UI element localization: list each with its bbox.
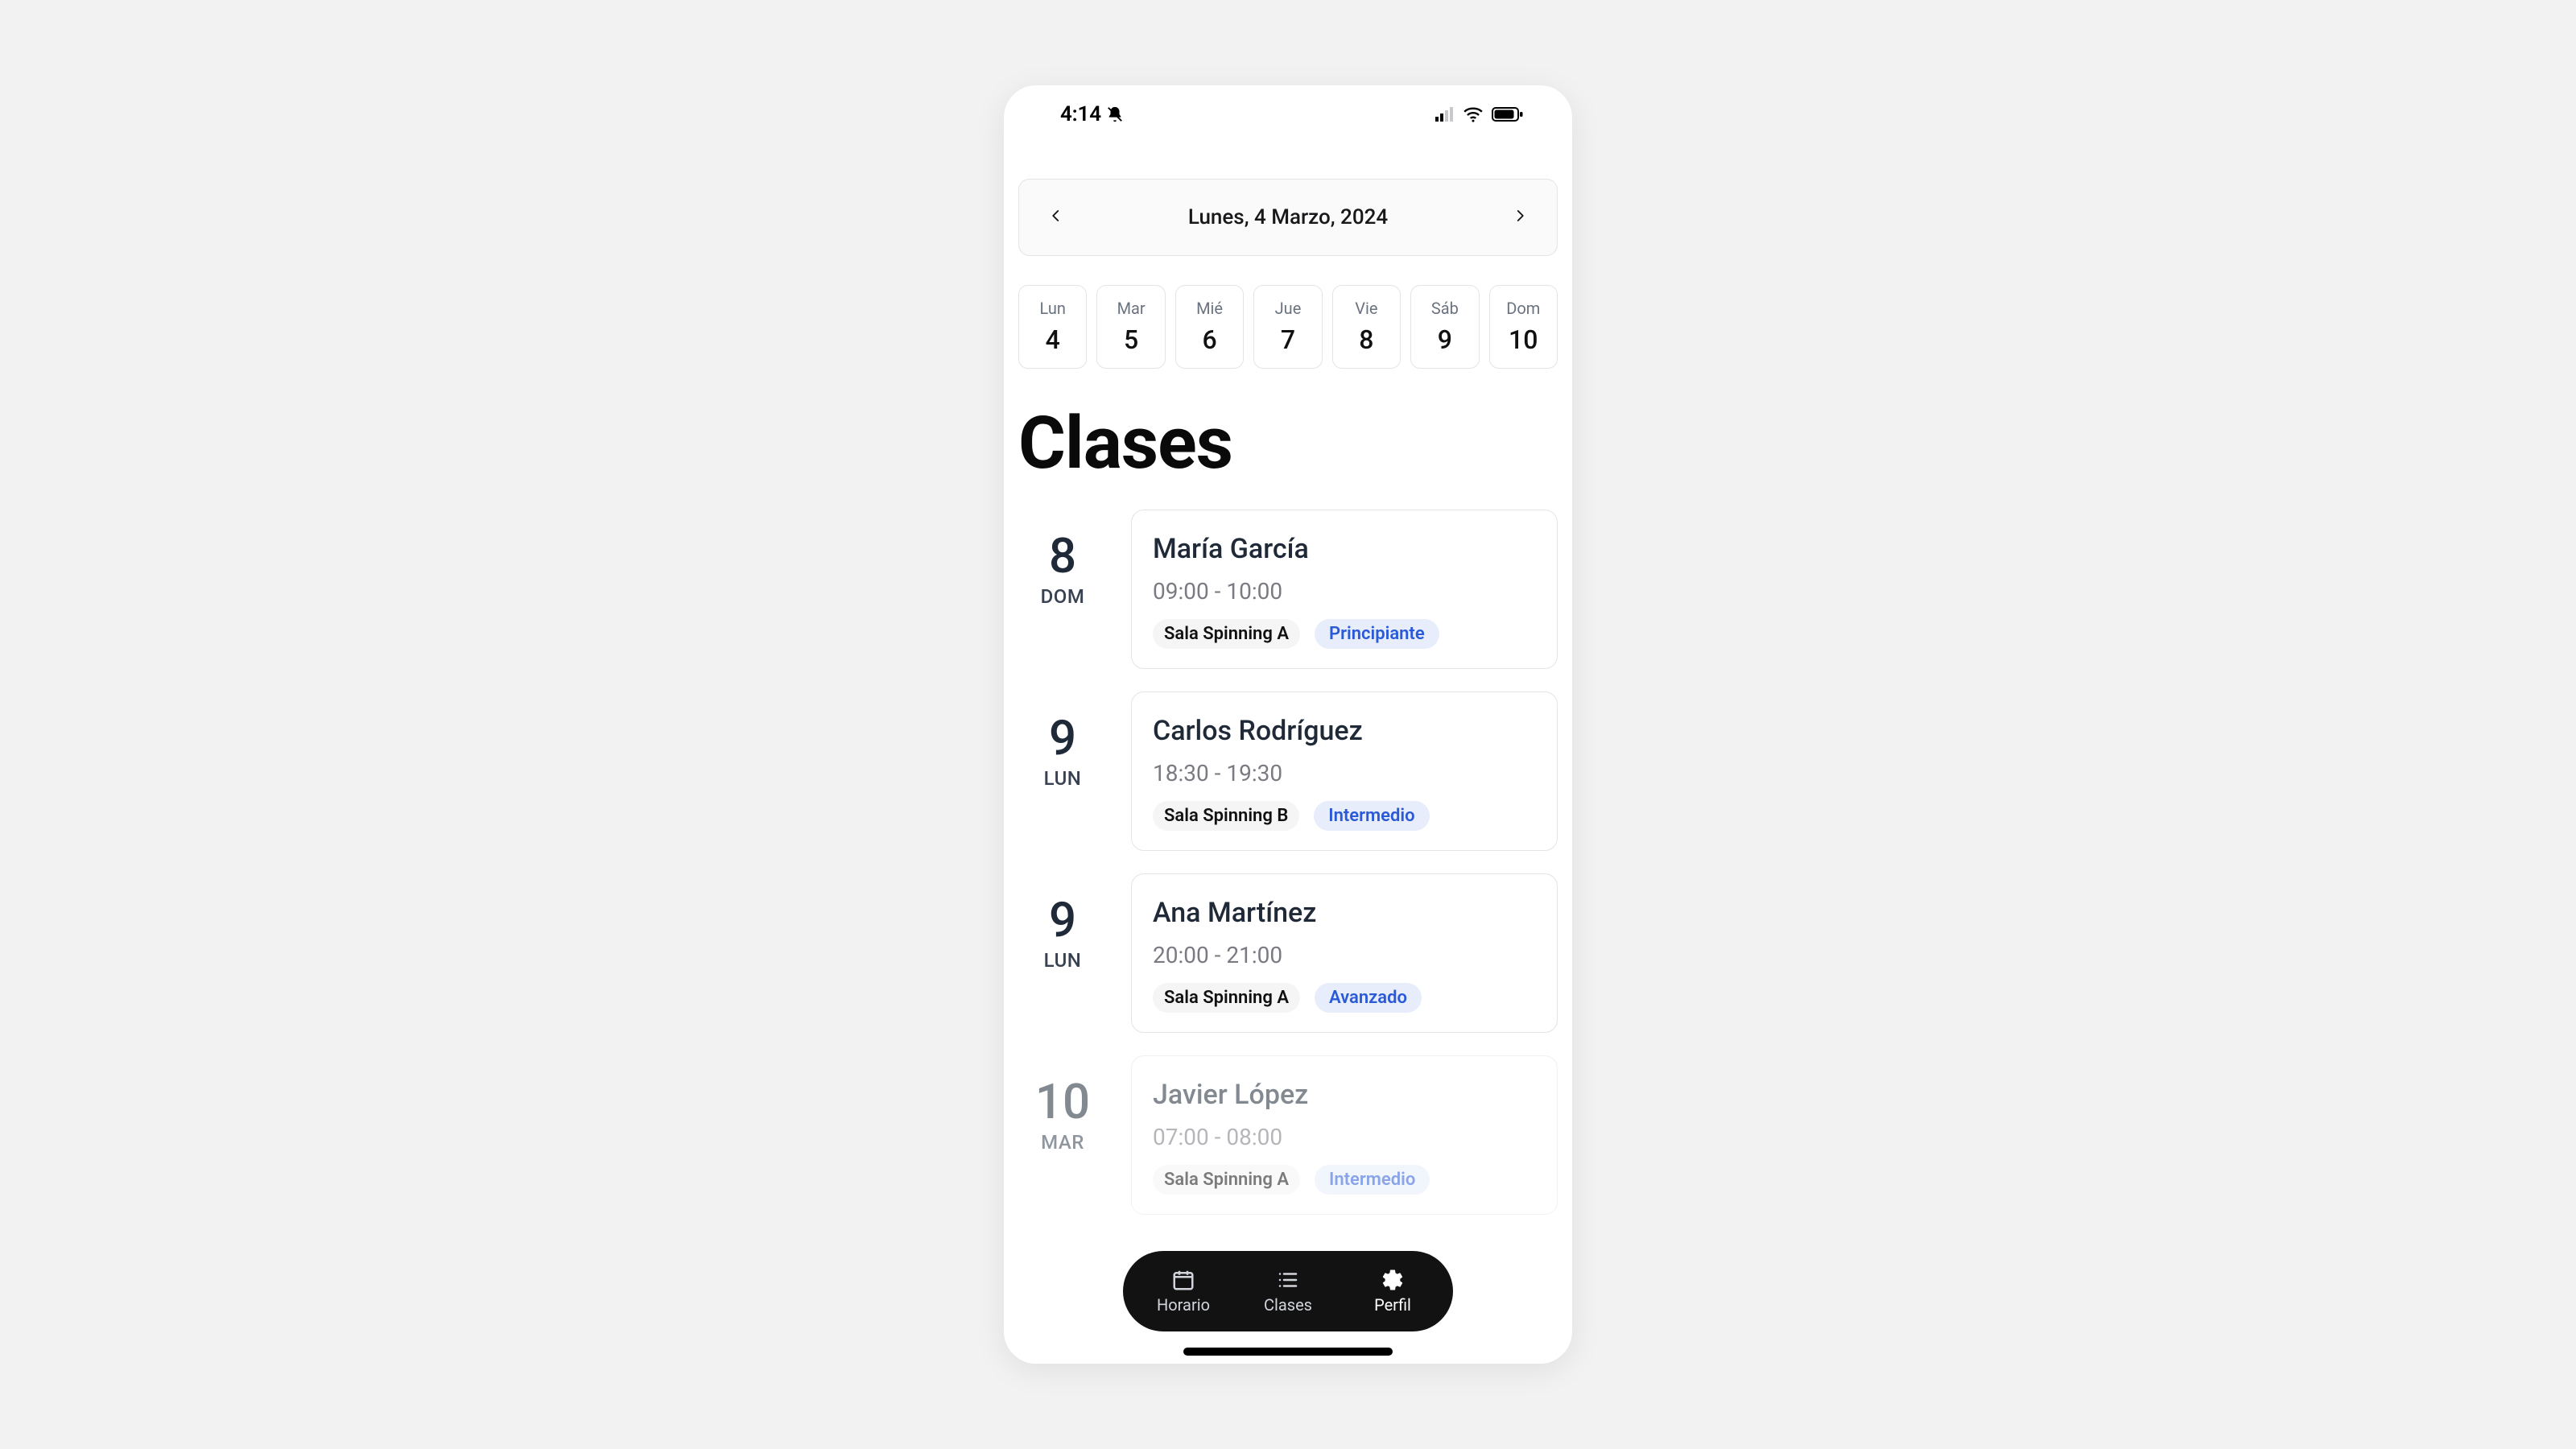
cellular-icon [1435, 107, 1455, 122]
class-day-num: 8 [1049, 532, 1076, 580]
day-chip-num: 8 [1359, 324, 1373, 355]
day-chip-dow: Vie [1355, 299, 1377, 318]
class-level-tag: Avanzado [1315, 983, 1422, 1013]
day-strip: Lun 4 Mar 5 Mié 6 Jue 7 Vie 8 [1018, 285, 1558, 369]
day-chip-num: 5 [1124, 324, 1138, 355]
day-chip-num: 6 [1202, 324, 1216, 355]
class-card[interactable]: Javier López 07:00 - 08:00 Sala Spinning… [1131, 1055, 1558, 1215]
day-chip-sab[interactable]: Sáb 9 [1410, 285, 1479, 369]
class-date-col: 8 DOM [1018, 510, 1107, 669]
day-chip-jue[interactable]: Jue 7 [1253, 285, 1322, 369]
class-tags: Sala Spinning A Principiante [1153, 619, 1536, 649]
date-header-label: Lunes, 4 Marzo, 2024 [1188, 205, 1388, 229]
class-row: 9 LUN Ana Martínez 20:00 - 21:00 Sala Sp… [1018, 873, 1558, 1033]
class-trainer: Javier López [1153, 1079, 1536, 1111]
day-chip-mie[interactable]: Mié 6 [1175, 285, 1244, 369]
class-row: 10 MAR Javier López 07:00 - 08:00 Sala S… [1018, 1055, 1558, 1215]
class-time: 09:00 - 10:00 [1153, 578, 1536, 605]
class-card[interactable]: María García 09:00 - 10:00 Sala Spinning… [1131, 510, 1558, 669]
day-chip-dom[interactable]: Dom 10 [1489, 285, 1558, 369]
day-chip-dow: Jue [1275, 299, 1302, 318]
class-room-tag: Sala Spinning A [1153, 1165, 1300, 1195]
next-date-button[interactable] [1504, 201, 1536, 233]
class-day-label: LUN [1044, 949, 1082, 972]
class-level-tag: Intermedio [1314, 801, 1429, 831]
class-day-label: LUN [1044, 767, 1082, 790]
date-header: Lunes, 4 Marzo, 2024 [1018, 179, 1558, 256]
chevron-left-icon [1049, 208, 1063, 226]
class-tags: Sala Spinning A Intermedio [1153, 1165, 1536, 1195]
class-trainer: Carlos Rodríguez [1153, 715, 1536, 747]
class-room-tag: Sala Spinning A [1153, 619, 1300, 649]
nav-item-horario[interactable]: Horario [1147, 1268, 1220, 1315]
day-chip-lun[interactable]: Lun 4 [1018, 285, 1087, 369]
list-icon [1276, 1268, 1300, 1292]
nav-label: Clases [1264, 1295, 1312, 1315]
bell-off-icon [1106, 105, 1124, 123]
class-room-tag: Sala Spinning B [1153, 801, 1299, 831]
class-row: 8 DOM María García 09:00 - 10:00 Sala Sp… [1018, 510, 1558, 669]
day-chip-mar[interactable]: Mar 5 [1096, 285, 1165, 369]
class-trainer: María García [1153, 533, 1536, 565]
class-level-tag: Principiante [1315, 619, 1439, 649]
day-chip-dow: Sáb [1431, 299, 1459, 318]
class-time: 18:30 - 19:30 [1153, 760, 1536, 786]
class-date-col: 10 MAR [1018, 1055, 1107, 1215]
day-chip-dow: Dom [1506, 299, 1540, 318]
class-room-tag: Sala Spinning A [1153, 983, 1300, 1013]
status-time: 4:14 [1060, 102, 1101, 126]
class-trainer: Ana Martínez [1153, 897, 1536, 929]
class-time: 20:00 - 21:00 [1153, 942, 1536, 968]
wifi-icon [1463, 106, 1484, 122]
status-bar: 4:14 [1004, 92, 1572, 137]
day-chip-dow: Mié [1196, 299, 1223, 318]
class-time: 07:00 - 08:00 [1153, 1124, 1536, 1150]
day-chip-num: 4 [1046, 324, 1060, 355]
class-row: 9 LUN Carlos Rodríguez 18:30 - 19:30 Sal… [1018, 691, 1558, 851]
class-tags: Sala Spinning A Avanzado [1153, 983, 1536, 1013]
class-day-label: DOM [1041, 585, 1085, 608]
status-left: 4:14 [1060, 102, 1124, 126]
class-card[interactable]: Carlos Rodríguez 18:30 - 19:30 Sala Spin… [1131, 691, 1558, 851]
class-day-num: 10 [1035, 1078, 1090, 1126]
class-day-num: 9 [1049, 714, 1076, 762]
class-date-col: 9 LUN [1018, 873, 1107, 1033]
status-right [1435, 106, 1524, 122]
class-tags: Sala Spinning B Intermedio [1153, 801, 1536, 831]
nav-label: Horario [1157, 1295, 1210, 1315]
day-chip-dow: Mar [1117, 299, 1146, 318]
phone-frame: 4:14 [1004, 85, 1572, 1364]
prev-date-button[interactable] [1040, 201, 1072, 233]
day-chip-vie[interactable]: Vie 8 [1332, 285, 1401, 369]
home-indicator[interactable] [1183, 1348, 1393, 1356]
class-card[interactable]: Ana Martínez 20:00 - 21:00 Sala Spinning… [1131, 873, 1558, 1033]
battery-icon [1492, 106, 1524, 122]
calendar-icon [1171, 1268, 1195, 1292]
bottom-nav: Horario Clases Perfil [1123, 1251, 1453, 1331]
class-level-tag: Intermedio [1315, 1165, 1430, 1195]
day-chip-dow: Lun [1040, 299, 1066, 318]
class-day-label: MAR [1041, 1131, 1084, 1154]
gear-icon [1381, 1268, 1405, 1292]
nav-label: Perfil [1374, 1295, 1411, 1315]
nav-item-perfil[interactable]: Perfil [1356, 1268, 1429, 1315]
chevron-right-icon [1513, 208, 1527, 226]
day-chip-num: 9 [1438, 324, 1452, 355]
class-date-col: 9 LUN [1018, 691, 1107, 851]
class-day-num: 9 [1049, 896, 1076, 944]
day-chip-num: 7 [1281, 324, 1295, 355]
nav-item-clases[interactable]: Clases [1252, 1268, 1324, 1315]
page-title: Clases [1018, 401, 1558, 485]
day-chip-num: 10 [1509, 324, 1538, 355]
class-list[interactable]: 8 DOM María García 09:00 - 10:00 Sala Sp… [1018, 510, 1558, 1364]
